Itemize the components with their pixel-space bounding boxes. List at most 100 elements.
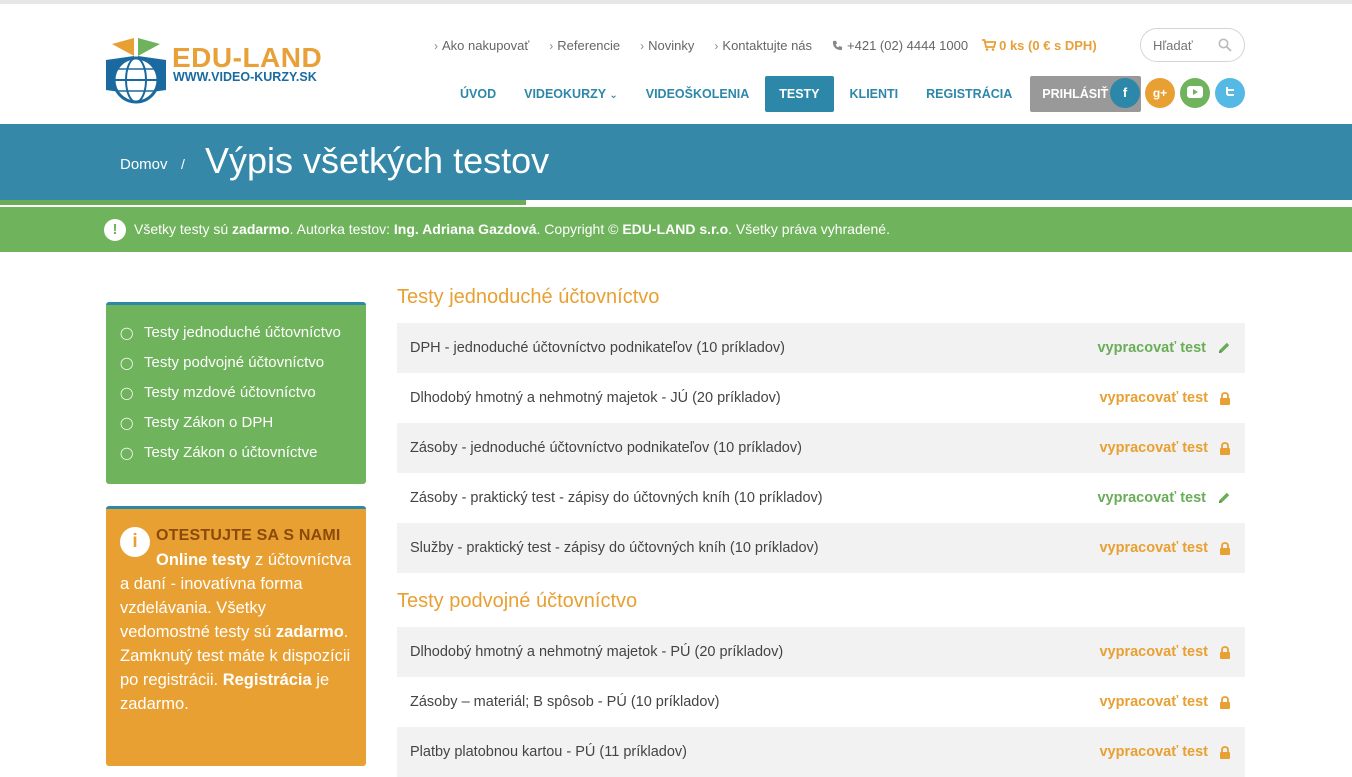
test-name: Dlhodobý hmotný a nehmotný majetok - PÚ … xyxy=(410,644,784,660)
test-row: Zásoby – materiál; B spôsob - PÚ (10 prí… xyxy=(397,677,1245,727)
exclamation-icon: ! xyxy=(104,219,126,241)
cart-icon xyxy=(982,39,997,51)
promo-bold: Online testy xyxy=(156,551,251,569)
sidebar-item-label: Testy podvojné účtovníctvo xyxy=(144,354,325,371)
pencil-icon xyxy=(1219,492,1230,503)
facebook-icon[interactable]: f xyxy=(1110,78,1140,108)
test-row: DPH - jednoduché účtovníctvo podnikateľo… xyxy=(397,323,1245,373)
promo-box: i OTESTUJTE SA S NAMI Online testy z účt… xyxy=(106,506,366,766)
sidebar-item-dph[interactable]: ◯ Testy Zákon o DPH xyxy=(106,411,366,441)
social-links: f g+ xyxy=(1110,78,1250,108)
promo-heading: OTESTUJTE SA S NAMI xyxy=(156,527,341,544)
search-icon[interactable] xyxy=(1218,38,1232,52)
google-plus-icon[interactable]: g+ xyxy=(1145,78,1175,108)
nav-videoskolenia[interactable]: VIDEOŠKOLENIA xyxy=(632,76,764,112)
test-row: Zásoby - praktický test - zápisy do účto… xyxy=(397,473,1245,523)
chevron-right-icon: › xyxy=(640,39,645,53)
lightbulb-icon: ◯ xyxy=(120,326,134,340)
nav-home[interactable]: ÚVOD xyxy=(446,76,510,112)
test-name: DPH - jednoduché účtovníctvo podnikateľo… xyxy=(410,340,785,356)
nav-registracia[interactable]: REGISTRÁCIA xyxy=(912,76,1026,112)
take-test-link[interactable]: vypracovať test xyxy=(1097,490,1231,506)
sidebar-item-label: Testy jednoduché účtovníctvo xyxy=(144,324,341,341)
toplink-references[interactable]: › Referencie xyxy=(549,38,620,53)
page-banner: Domov / Výpis všetkých testov xyxy=(0,124,1352,205)
site-logo[interactable]: EDU-LAND WWW.VIDEO-KURZY.SK xyxy=(104,30,344,106)
top-links: › Ako nakupovať › Referencie › Novinky › Kon… xyxy=(434,38,1097,53)
sidebar-item-jednoduche[interactable]: ◯ Testy jednoduché účtovníctvo xyxy=(106,321,366,351)
take-test-label: vypracovať test xyxy=(1099,440,1208,456)
promo-bold: zadarmo xyxy=(275,623,344,641)
toplink-label: Referencie xyxy=(557,38,621,53)
test-row: Dlhodobý hmotný a nehmotný majetok - JÚ … xyxy=(397,373,1245,423)
main-nav: ÚVOD VIDEOKURZY ⌄ VIDEOŠKOLENIA TESTY KL… xyxy=(446,76,1142,112)
section-title: Testy jednoduché účtovníctvo xyxy=(397,286,660,308)
take-test-link[interactable]: vypracovať test xyxy=(1099,390,1231,406)
take-test-link[interactable]: vypracovať test xyxy=(1099,440,1231,456)
lock-icon xyxy=(1220,695,1230,709)
lightbulb-icon: ◯ xyxy=(120,356,134,370)
chevron-right-icon: › xyxy=(434,39,438,53)
section-title: Testy podvojné účtovníctvo xyxy=(397,590,638,612)
take-test-link[interactable]: vypracovať test xyxy=(1099,540,1231,556)
lock-icon xyxy=(1220,645,1230,659)
test-name: Dlhodobý hmotný a nehmotný majetok - JÚ … xyxy=(410,390,781,406)
toplink-news[interactable]: › Novinky xyxy=(640,38,694,53)
take-test-link[interactable]: vypracovať test xyxy=(1097,340,1231,356)
sidebar-item-label: Testy Zákon o DPH xyxy=(144,414,274,431)
lock-icon xyxy=(1220,441,1230,455)
notice-part: . Autorka testov: xyxy=(289,221,394,237)
take-test-label: vypracovať test xyxy=(1099,540,1208,556)
phone-label: +421 (02) 4444 1000 xyxy=(847,38,969,53)
test-row: Platby platobnou kartou - PÚ (11 príklad… xyxy=(397,727,1245,777)
sidebar-menu: ◯ Testy jednoduché účtovníctvo ◯ Testy pod… xyxy=(106,302,366,484)
cart-label: 0 ks (0 € s DPH) xyxy=(999,38,1097,53)
test-name: Zásoby - praktický test - zápisy do účto… xyxy=(410,490,823,506)
take-test-label: vypracovať test xyxy=(1097,490,1206,506)
toplink-how-to-buy[interactable]: › Ako nakupovať xyxy=(434,38,529,53)
search-input[interactable] xyxy=(1153,29,1223,61)
notice-part: . Copyright © xyxy=(536,221,623,237)
toplink-contact[interactable]: › Kontaktujte nás xyxy=(714,38,812,53)
test-name: Platby platobnou kartou - PÚ (11 príklad… xyxy=(410,744,687,760)
take-test-label: vypracovať test xyxy=(1097,340,1206,356)
take-test-label: vypracovať test xyxy=(1099,744,1208,760)
cart-summary[interactable]: 0 ks (0 € s DPH) xyxy=(982,38,1097,53)
lightbulb-icon: ◯ xyxy=(120,416,134,430)
notice-text: Všetky testy sú zadarmo. Autorka testov:… xyxy=(134,221,890,237)
lightbulb-icon: ◯ xyxy=(120,446,134,460)
sidebar-item-podvojne[interactable]: ◯ Testy podvojné účtovníctvo xyxy=(106,351,366,381)
take-test-label: vypracovať test xyxy=(1099,390,1208,406)
chevron-right-icon: › xyxy=(549,39,554,53)
notice-part: . Všetky práva vyhradené. xyxy=(728,221,890,237)
sidebar-item-mzdove[interactable]: ◯ Testy mzdové účtovníctvo xyxy=(106,381,366,411)
test-list: Testy jednoduché účtovníctvo DPH - jednod… xyxy=(397,282,1245,777)
notice-bold: EDU-LAND s.r.o xyxy=(622,221,729,237)
test-row: Služby - praktický test - zápisy do účto… xyxy=(397,523,1245,573)
sidebar-item-label: Testy Zákon o účtovníctve xyxy=(144,444,318,461)
breadcrumb-home[interactable]: Domov xyxy=(120,156,168,173)
youtube-icon[interactable] xyxy=(1180,78,1210,108)
youtube-play-glyph xyxy=(1187,86,1203,98)
breadcrumb-separator: / xyxy=(181,156,185,172)
test-name: Zásoby - jednoduché účtovníctvo podnikat… xyxy=(410,440,802,456)
take-test-label: vypracovať test xyxy=(1099,694,1208,710)
toplink-label: Novinky xyxy=(648,38,695,53)
nav-testy[interactable]: TESTY xyxy=(765,76,834,112)
sidebar-item-label: Testy mzdové účtovníctvo xyxy=(144,384,316,401)
nav-videokurzy[interactable]: VIDEOKURZY ⌄ xyxy=(510,76,632,112)
test-row: Zásoby - jednoduché účtovníctvo podnikat… xyxy=(397,423,1245,473)
info-icon: i xyxy=(120,527,150,557)
take-test-link[interactable]: vypracovať test xyxy=(1099,694,1231,710)
phone-number: +421 (02) 4444 1000 xyxy=(832,38,968,53)
twitter-icon[interactable] xyxy=(1215,78,1245,108)
toplink-label: Kontaktujte nás xyxy=(722,38,813,53)
take-test-link[interactable]: vypracovať test xyxy=(1099,744,1231,760)
nav-klienti[interactable]: KLIENTI xyxy=(836,76,913,112)
chevron-right-icon: › xyxy=(714,39,719,53)
logo-url: WWW.VIDEO-KURZY.SK xyxy=(173,70,317,84)
take-test-link[interactable]: vypracovať test xyxy=(1099,644,1231,660)
sidebar-item-uctovnictvo[interactable]: ◯ Testy Zákon o účtovníctve xyxy=(106,441,366,471)
notice-part: Všetky testy sú xyxy=(134,221,233,237)
promo-registration-link[interactable]: Registrácia xyxy=(223,671,312,689)
